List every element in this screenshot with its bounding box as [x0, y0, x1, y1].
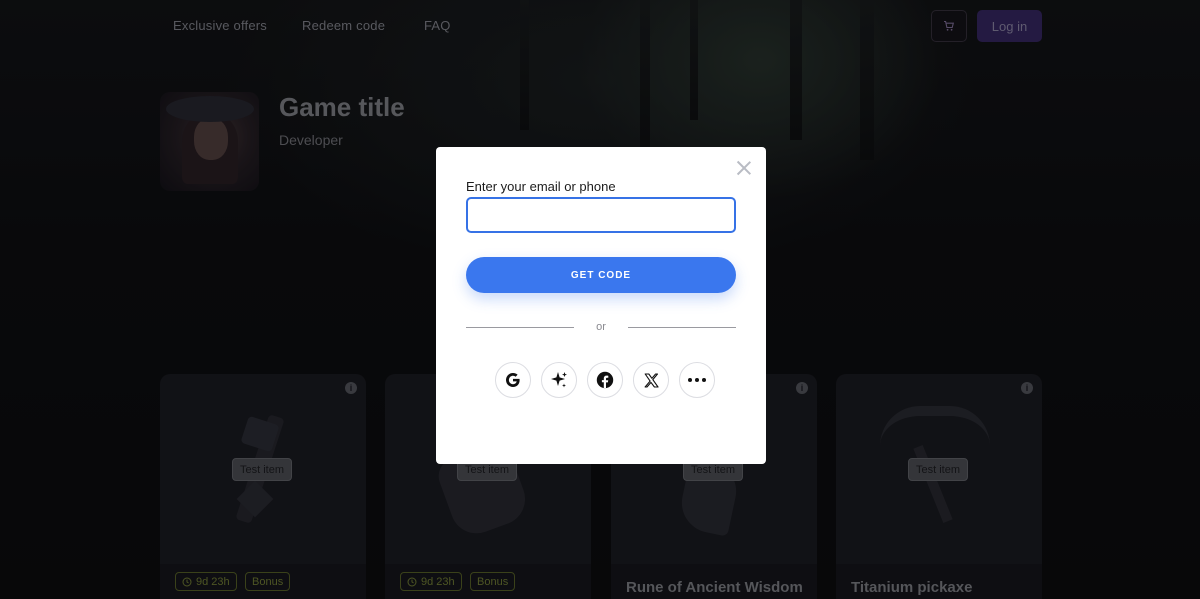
divider-right	[628, 327, 736, 328]
sparkle-icon	[551, 372, 567, 388]
facebook-login-button[interactable]	[587, 362, 623, 398]
login-modal: Enter your email or phone GET CODE or	[436, 147, 766, 464]
x-icon	[644, 372, 659, 388]
x-login-button[interactable]	[633, 362, 669, 398]
google-login-button[interactable]	[495, 362, 531, 398]
email-or-phone-input[interactable]	[466, 197, 736, 233]
ai-login-button[interactable]	[541, 362, 577, 398]
email-field-label: Enter your email or phone	[466, 179, 616, 194]
get-code-button[interactable]: GET CODE	[466, 257, 736, 293]
more-options-button[interactable]	[679, 362, 715, 398]
close-icon[interactable]	[736, 160, 752, 176]
facebook-icon	[596, 371, 614, 389]
google-icon	[506, 373, 520, 387]
more-icon	[688, 378, 706, 382]
